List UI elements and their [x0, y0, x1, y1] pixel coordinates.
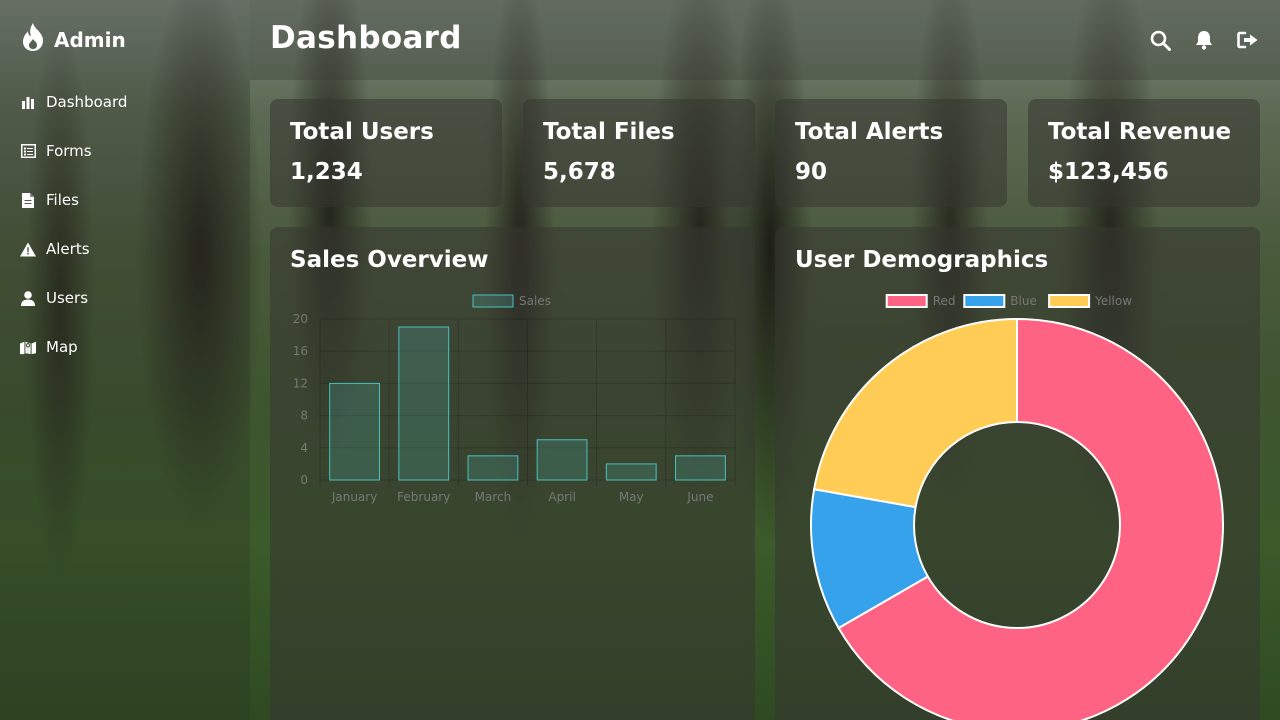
bar-chart-icon: [20, 95, 36, 109]
brand[interactable]: Admin: [20, 22, 126, 57]
form-icon: [20, 144, 36, 158]
bar: [605, 463, 657, 481]
stat-card-revenue: Total Revenue $123,456: [1028, 99, 1260, 207]
panel-title: Sales Overview: [290, 247, 489, 273]
search-icon[interactable]: [1148, 28, 1172, 52]
warning-icon: [20, 241, 36, 257]
bar: [675, 455, 726, 481]
user-icon: [20, 290, 36, 306]
legend-label: Red: [933, 294, 956, 308]
legend-swatch: [1048, 294, 1091, 308]
x-tick-label: May: [619, 490, 644, 504]
sidebar-nav: Dashboard Forms Files Alerts Users Map: [20, 90, 127, 384]
y-tick-label: 12: [293, 376, 308, 390]
stat-title: Total Files: [543, 119, 675, 145]
map-icon: [20, 340, 36, 355]
sidebar-item-label: Users: [46, 289, 89, 307]
stat-card-files: Total Files 5,678: [523, 99, 755, 207]
sidebar-item-users[interactable]: Users: [20, 286, 127, 310]
y-tick-label: 16: [293, 344, 308, 358]
header: Dashboard: [250, 0, 1280, 80]
legend-swatch: [885, 294, 928, 308]
stat-value: 90: [795, 159, 828, 185]
sales-overview-panel: Sales Overview Sales 0 4 8 12 16 20 January Febr…: [270, 227, 755, 720]
x-tick-label: April: [548, 490, 575, 504]
stat-card-alerts: Total Alerts 90: [775, 99, 1007, 207]
sidebar-item-map[interactable]: Map: [20, 335, 127, 359]
stat-value: $123,456: [1048, 159, 1169, 185]
stat-title: Total Alerts: [795, 119, 944, 145]
header-actions: [1148, 28, 1260, 52]
x-tick-label: June: [686, 490, 713, 504]
brand-name: Admin: [54, 27, 126, 52]
fire-icon: [20, 22, 46, 57]
legend-label: Sales: [519, 294, 551, 308]
bar: [467, 455, 519, 481]
sales-bar-chart: Sales 0 4 8 12 16 20 January February March April M…: [293, 294, 736, 504]
legend-swatch: [963, 294, 1006, 308]
legend-label: Yellow: [1094, 294, 1132, 308]
legend-label: Blue: [1010, 294, 1037, 308]
legend-swatch: [472, 294, 514, 308]
x-tick-label: January: [331, 490, 378, 504]
stat-card-users: Total Users 1,234: [270, 99, 502, 207]
sidebar-item-files[interactable]: Files: [20, 188, 127, 212]
sidebar-item-label: Forms: [46, 142, 92, 160]
bar: [536, 439, 588, 481]
logout-icon[interactable]: [1236, 28, 1260, 52]
file-icon: [20, 192, 36, 208]
sidebar-item-label: Dashboard: [46, 93, 128, 111]
y-tick-label: 0: [300, 473, 308, 487]
sidebar-item-label: Map: [46, 338, 78, 356]
sidebar: Admin Dashboard Forms Files Alerts Users…: [0, 0, 250, 720]
y-tick-label: 20: [293, 312, 308, 326]
bell-icon[interactable]: [1192, 28, 1216, 52]
sidebar-item-forms[interactable]: Forms: [20, 139, 127, 163]
demographics-doughnut-chart: Red Blue Yellow: [810, 294, 1224, 720]
x-tick-label: March: [475, 490, 512, 504]
sidebar-item-dashboard[interactable]: Dashboard: [20, 90, 127, 114]
stat-title: Total Revenue: [1048, 119, 1232, 145]
x-tick-label: February: [397, 490, 450, 504]
sidebar-item-label: Alerts: [46, 240, 90, 258]
stat-value: 5,678: [543, 159, 616, 185]
sidebar-item-label: Files: [46, 191, 79, 209]
bar: [329, 382, 380, 481]
panel-title: User Demographics: [795, 247, 1049, 273]
doughnut-slice: [812, 317, 1018, 509]
y-tick-label: 8: [300, 409, 308, 423]
stat-value: 1,234: [290, 159, 363, 185]
stat-title: Total Users: [290, 119, 434, 145]
page-title: Dashboard: [270, 20, 462, 56]
sidebar-item-alerts[interactable]: Alerts: [20, 237, 127, 261]
user-demographics-panel: User Demographics Red Blue Yellow: [775, 227, 1260, 720]
y-tick-label: 4: [300, 441, 308, 455]
bar: [398, 326, 450, 481]
